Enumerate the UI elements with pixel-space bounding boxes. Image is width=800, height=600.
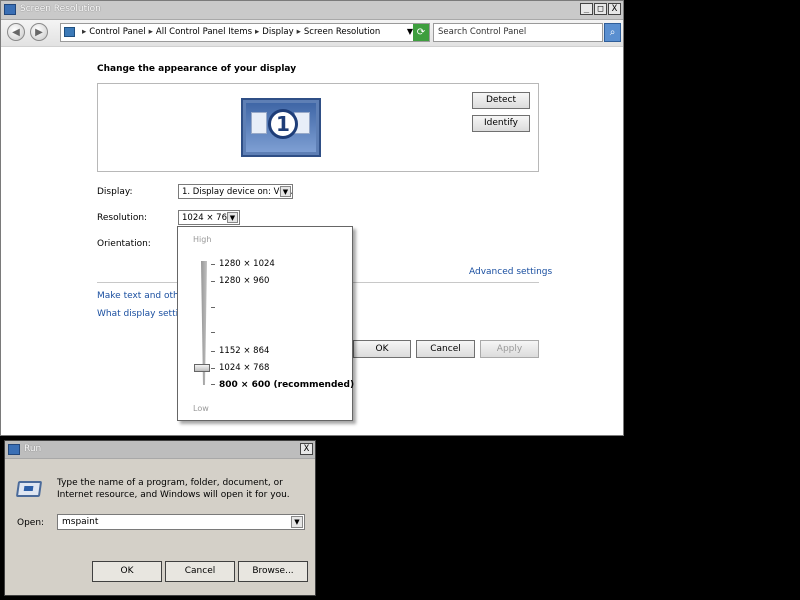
- back-button[interactable]: ◀: [7, 23, 25, 41]
- navigation-bar: ◀ ▶ ▸ Control Panel ▸ All Control Panel Ite…: [1, 20, 623, 47]
- monitor-panel: 1 Detect Identify: [97, 83, 539, 172]
- resolution-label: Resolution:: [97, 213, 148, 223]
- display-settings-icon: [4, 4, 16, 15]
- run-dialog: Run X Type the name of a program, folder…: [4, 440, 316, 596]
- apply-button: Apply: [480, 340, 539, 358]
- breadcrumb: ▸ Control Panel ▸ All Control Panel Items ▸ D…: [79, 27, 380, 37]
- resolution-option[interactable]: 1024 × 768: [219, 363, 269, 373]
- search-input[interactable]: Search Control Panel: [433, 23, 603, 42]
- forward-button[interactable]: ▶: [30, 23, 48, 41]
- ok-button[interactable]: OK: [353, 340, 411, 358]
- monitor-icon[interactable]: 1: [241, 98, 321, 157]
- run-program-icon: [15, 481, 43, 497]
- resolution-dropdown: High 1280 × 1024 1280 × 960 1152 × 864 1…: [177, 226, 354, 421]
- orientation-label: Orientation:: [97, 239, 151, 249]
- resolution-select-value: 1024 × 768: [182, 213, 233, 223]
- slider-tick: [211, 264, 215, 265]
- display-label: Display:: [97, 187, 133, 197]
- resolution-select[interactable]: 1024 × 768 ▼: [178, 210, 240, 225]
- breadcrumb-all-items[interactable]: All Control Panel Items: [156, 27, 252, 37]
- low-label: Low: [193, 404, 209, 413]
- ok-button[interactable]: OK: [92, 561, 162, 582]
- run-title-bar[interactable]: Run X: [5, 441, 315, 459]
- run-icon-small: [8, 444, 20, 455]
- resolution-slider-thumb[interactable]: [194, 364, 210, 372]
- minimize-button[interactable]: _: [580, 3, 593, 15]
- display-select-value: 1. Display device on: VGA: [182, 187, 292, 197]
- breadcrumb-display[interactable]: Display: [262, 27, 293, 37]
- page-title: Change the appearance of your display: [97, 64, 297, 74]
- control-panel-icon: [64, 27, 75, 37]
- chevron-down-icon[interactable]: ▼: [227, 212, 238, 223]
- slider-tick: [211, 384, 215, 385]
- cancel-button[interactable]: Cancel: [416, 340, 475, 358]
- maximize-button[interactable]: □: [594, 3, 607, 15]
- breadcrumb-screen-resolution[interactable]: Screen Resolution: [304, 27, 380, 37]
- open-label: Open:: [17, 518, 45, 528]
- search-icon[interactable]: ⌕: [604, 23, 621, 42]
- window-title: Screen Resolution: [20, 4, 101, 14]
- slider-tick: [211, 281, 215, 282]
- address-bar[interactable]: ▸ Control Panel ▸ All Control Panel Items ▸ D…: [60, 23, 430, 42]
- refresh-icon[interactable]: ⟳: [413, 24, 429, 41]
- resolution-option-recommended[interactable]: 800 × 600 (recommended): [219, 380, 354, 390]
- monitor-screen: 1: [246, 103, 316, 152]
- breadcrumb-separator: ▸: [82, 27, 87, 37]
- slider-tick: [211, 332, 215, 333]
- resolution-option[interactable]: 1280 × 960: [219, 276, 269, 286]
- close-button[interactable]: X: [300, 443, 313, 455]
- slider-tick: [211, 307, 215, 308]
- breadcrumb-control-panel[interactable]: Control Panel: [89, 27, 145, 37]
- resolution-option[interactable]: 1152 × 864: [219, 346, 269, 356]
- resolution-option[interactable]: 1280 × 1024: [219, 259, 275, 269]
- detect-button[interactable]: Detect: [472, 92, 530, 109]
- open-input-value: mspaint: [62, 517, 99, 527]
- cancel-button[interactable]: Cancel: [165, 561, 235, 582]
- title-bar[interactable]: Screen Resolution _ □ X: [1, 1, 623, 20]
- chevron-down-icon[interactable]: ▼: [280, 186, 291, 197]
- browse-button[interactable]: Browse...: [238, 561, 308, 582]
- display-select[interactable]: 1. Display device on: VGA ▼: [178, 184, 293, 199]
- window-thumbnail: [251, 112, 267, 134]
- monitor-number: 1: [268, 109, 298, 139]
- close-button[interactable]: X: [608, 3, 621, 15]
- breadcrumb-separator[interactable]: ▸: [255, 27, 259, 37]
- slider-tick: [211, 368, 215, 369]
- open-input[interactable]: mspaint ▼: [57, 514, 305, 530]
- breadcrumb-separator[interactable]: ▸: [149, 27, 153, 37]
- run-description: Type the name of a program, folder, docu…: [57, 478, 290, 500]
- run-title: Run: [24, 444, 42, 454]
- slider-tick: [211, 351, 215, 352]
- high-label: High: [193, 235, 212, 244]
- breadcrumb-separator[interactable]: ▸: [297, 27, 301, 37]
- advanced-settings-link[interactable]: Advanced settings: [469, 267, 552, 277]
- chevron-down-icon[interactable]: ▼: [291, 516, 303, 528]
- identify-button[interactable]: Identify: [472, 115, 530, 132]
